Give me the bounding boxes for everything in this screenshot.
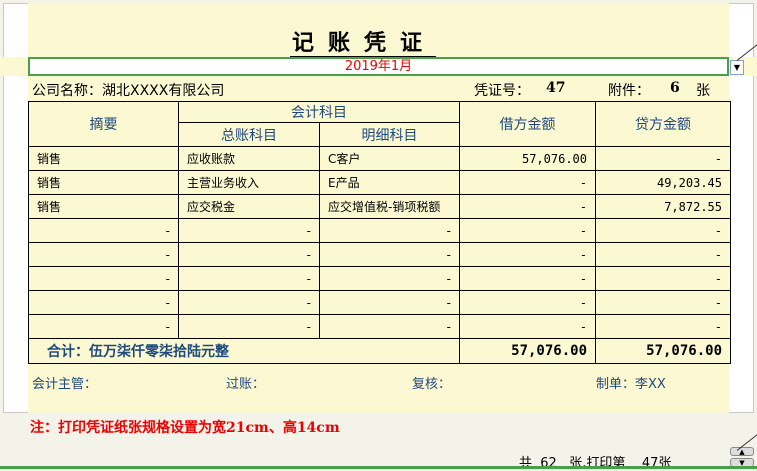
cell-credit[interactable]: 49,203.45 bbox=[595, 170, 731, 195]
cell-general[interactable]: 应收账款 bbox=[178, 146, 320, 171]
header-credit: 贷方金额 bbox=[595, 101, 731, 147]
cell-general[interactable]: - bbox=[178, 242, 320, 267]
attachments-count: 6 bbox=[670, 80, 680, 96]
company-name: 公司名称：湖北XXXX有限公司 bbox=[32, 83, 225, 99]
voucher-no-label: 凭证号： bbox=[474, 83, 530, 99]
cell-summary[interactable]: - bbox=[28, 266, 179, 291]
cell-detail[interactable]: - bbox=[319, 314, 460, 339]
table-row: ----- bbox=[28, 242, 731, 267]
cell-debit[interactable]: - bbox=[459, 266, 596, 291]
cell-credit[interactable]: - bbox=[595, 218, 731, 243]
table-row: ----- bbox=[28, 218, 731, 243]
cell-credit[interactable]: - bbox=[595, 146, 731, 171]
header-account: 会计科目 bbox=[178, 101, 460, 123]
cell-debit[interactable]: - bbox=[459, 242, 596, 267]
dropdown-button[interactable]: ▼ bbox=[730, 60, 744, 75]
header-detail: 明细科目 bbox=[319, 122, 460, 147]
cell-credit[interactable]: 7,872.55 bbox=[595, 194, 731, 219]
cell-debit[interactable]: - bbox=[459, 170, 596, 195]
cell-debit[interactable]: - bbox=[459, 218, 596, 243]
cell-detail[interactable]: E产品 bbox=[319, 170, 460, 195]
cell-credit[interactable]: - bbox=[595, 290, 731, 315]
triangle-up-icon: ▲ bbox=[739, 448, 745, 456]
cell-credit[interactable]: - bbox=[595, 314, 731, 339]
cell-general[interactable]: - bbox=[178, 314, 320, 339]
cell-debit[interactable]: - bbox=[459, 290, 596, 315]
table-row: ----- bbox=[28, 290, 731, 315]
table-row: ----- bbox=[28, 266, 731, 291]
cell-summary[interactable]: - bbox=[28, 218, 179, 243]
cell-credit[interactable]: - bbox=[595, 266, 731, 291]
cell-debit[interactable]: 57,076.00 bbox=[459, 146, 596, 171]
cell-summary[interactable]: 销售 bbox=[28, 146, 179, 171]
period-select[interactable]: 2019年1月 bbox=[28, 57, 729, 76]
header-debit: 借方金额 bbox=[459, 101, 596, 147]
voucher-title: 记账凭证 bbox=[290, 30, 437, 58]
table-row: 销售 应收账款 C客户 57,076.00- bbox=[28, 146, 731, 171]
table-row: 销售 主营业务收入 E产品 -49,203.45 bbox=[28, 170, 731, 195]
cell-debit[interactable]: - bbox=[459, 194, 596, 219]
table-row: ----- bbox=[28, 314, 731, 339]
cell-summary[interactable]: - bbox=[28, 242, 179, 267]
cell-debit[interactable]: - bbox=[459, 314, 596, 339]
cell-credit[interactable]: - bbox=[595, 242, 731, 267]
cell-general[interactable]: - bbox=[178, 290, 320, 315]
header-summary: 摘要 bbox=[28, 101, 179, 147]
cell-detail[interactable]: C客户 bbox=[319, 146, 460, 171]
supervisor-label: 会计主管： bbox=[32, 377, 98, 392]
cell-summary[interactable]: - bbox=[28, 314, 179, 339]
cell-summary[interactable]: - bbox=[28, 290, 179, 315]
cell-detail[interactable]: - bbox=[319, 290, 460, 315]
cell-detail[interactable]: 应交增值税-销项税额 bbox=[319, 194, 460, 219]
cell-detail[interactable]: - bbox=[319, 266, 460, 291]
voucher-no: 47 bbox=[546, 80, 566, 96]
cell-detail[interactable]: - bbox=[319, 218, 460, 243]
cell-general[interactable]: 应交税金 bbox=[178, 194, 320, 219]
table-row: 销售 应交税金 应交增值税-销项税额 -7,872.55 bbox=[28, 194, 731, 219]
posting-label: 过账： bbox=[226, 377, 266, 392]
total-credit: 57,076.00 bbox=[595, 338, 731, 364]
cell-detail[interactable]: - bbox=[319, 242, 460, 267]
page-up-button[interactable]: ▲ bbox=[730, 447, 754, 456]
attachments-label: 附件： bbox=[608, 83, 650, 99]
cell-summary[interactable]: 销售 bbox=[28, 194, 179, 219]
total-debit: 57,076.00 bbox=[459, 338, 596, 364]
print-note: 注：打印凭证纸张规格设置为宽21cm、高14cm bbox=[30, 420, 340, 436]
chevron-down-icon: ▼ bbox=[733, 63, 741, 72]
cell-general[interactable]: 主营业务收入 bbox=[178, 170, 320, 195]
cell-general[interactable]: - bbox=[178, 266, 320, 291]
review-label: 复核： bbox=[412, 377, 452, 392]
attachments-unit: 张 bbox=[696, 83, 710, 99]
total-label: 合计：伍万柒仟零柒拾陆元整 bbox=[28, 338, 460, 364]
cell-summary[interactable]: 销售 bbox=[28, 170, 179, 195]
header-general: 总账科目 bbox=[178, 122, 320, 147]
voucher-table: 摘要 会计科目 借方金额 贷方金额 总账科目 明细科目 销售 应收账款 C客户 57,… bbox=[28, 101, 731, 364]
maker-label: 制单：李XX bbox=[596, 377, 666, 392]
cell-general[interactable]: - bbox=[178, 218, 320, 243]
